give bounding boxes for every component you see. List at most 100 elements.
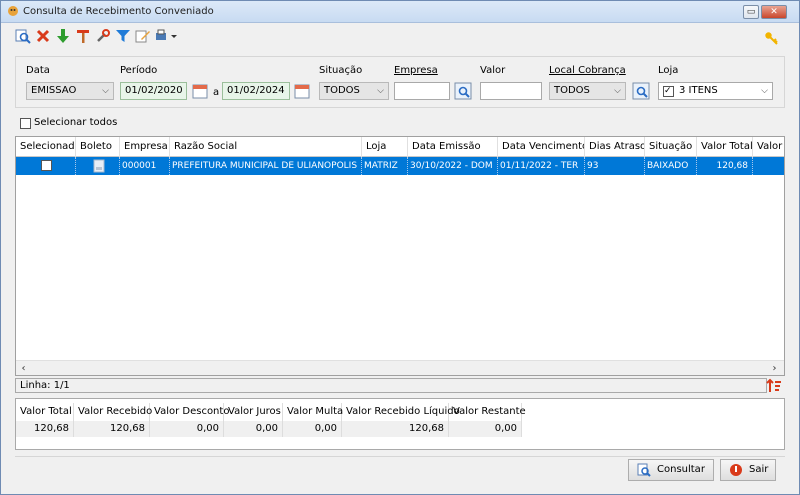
loja-label: Loja — [658, 65, 679, 76]
row-boleto[interactable] — [76, 157, 120, 175]
col-data-emissao[interactable]: Data Emissão — [408, 137, 498, 157]
col-selecionado[interactable]: Selecionado — [16, 137, 76, 157]
data-select-value: EMISSAO — [31, 85, 77, 96]
valor-field[interactable] — [480, 82, 542, 100]
total-value: 120,68 — [342, 421, 449, 437]
col-dias-atraso[interactable]: Dias Atraso — [585, 137, 645, 157]
window-title: Consulta de Recebimento Conveniado — [23, 6, 214, 17]
col-boleto[interactable]: Boleto — [76, 137, 120, 157]
document-icon — [93, 159, 105, 173]
loja-select-value: 3 ITENS — [679, 85, 718, 96]
grid-header: Selecionado Boleto Empresa Razão Social … — [16, 137, 784, 157]
periodo-end-field[interactable]: 01/02/2024 — [222, 82, 290, 100]
row-dias-atraso: 93 — [585, 157, 645, 175]
total-header: Valor Restante — [449, 403, 526, 421]
row-loja: MATRIZ — [362, 157, 408, 175]
main-window: Consulta de Recebimento Conveniado ▭ ✕ D… — [0, 0, 800, 495]
situacao-select-value: TODOS — [324, 85, 360, 96]
download-icon[interactable] — [55, 28, 71, 44]
periodo-separator: a — [213, 87, 220, 98]
total-header: Valor Multa — [283, 403, 343, 421]
col-data-vencimento[interactable]: Data Vencimento — [498, 137, 585, 157]
select-all-label: Selecionar todos — [34, 117, 118, 128]
total-header: Valor Desconto — [150, 403, 229, 421]
valor-label: Valor — [480, 65, 506, 76]
results-grid[interactable]: Selecionado Boleto Empresa Razão Social … — [15, 136, 785, 376]
app-icon — [8, 6, 18, 16]
row-valor-total: 120,68 — [697, 157, 753, 175]
row-checkbox[interactable] — [41, 160, 52, 171]
sair-label: Sair — [749, 464, 769, 475]
col-loja[interactable]: Loja — [362, 137, 408, 157]
total-header: Valor Total — [16, 403, 74, 421]
chevron-down-icon: ⌵ — [761, 86, 768, 96]
select-all-checkbox[interactable] — [20, 118, 31, 129]
col-razao-social[interactable]: Razão Social — [170, 137, 362, 157]
periodo-start-field[interactable]: 01/02/2020 — [120, 82, 187, 100]
scroll-left-icon[interactable]: ‹ — [16, 361, 31, 375]
chevron-down-icon[interactable] — [169, 28, 179, 44]
sort-icon[interactable] — [766, 378, 782, 394]
col-valor[interactable]: Valor — [753, 137, 784, 157]
key-icon[interactable] — [764, 31, 778, 45]
row-empresa: 000001 — [120, 157, 170, 175]
row-data-vencimento: 01/11/2022 - TER — [498, 157, 585, 175]
row-data-emissao: 30/10/2022 - DOM — [408, 157, 498, 175]
col-situacao[interactable]: Situação — [645, 137, 697, 157]
row-situacao: BAIXADO — [645, 157, 697, 175]
sair-button[interactable]: Sair — [720, 459, 776, 481]
edit-icon[interactable] — [135, 28, 151, 44]
local-cobranca-select[interactable]: TODOS ⌵ — [549, 82, 626, 100]
total-header: Valor Recebido — [74, 403, 152, 421]
filter-panel: Data EMISSAO ⌵ Período 01/02/2020 a 01/02… — [15, 56, 785, 108]
table-row[interactable]: 000001 PREFEITURA MUNICIPAL DE ULIANOPOL… — [16, 157, 784, 175]
scroll-right-icon[interactable]: › — [767, 361, 782, 375]
search-icon[interactable] — [632, 82, 650, 100]
calendar-icon[interactable] — [293, 82, 311, 100]
delete-icon[interactable] — [35, 28, 51, 44]
search-icon[interactable] — [15, 28, 31, 44]
close-window-button[interactable]: ✕ — [761, 5, 787, 19]
filter-icon[interactable] — [115, 28, 131, 44]
col-valor-total[interactable]: Valor Total — [697, 137, 753, 157]
minimize-button[interactable]: ▭ — [743, 5, 759, 19]
stop-icon — [730, 464, 742, 476]
data-label: Data — [26, 65, 50, 76]
local-cobranca-value: TODOS — [554, 85, 590, 96]
consultar-button[interactable]: Consultar — [628, 459, 714, 481]
chevron-down-icon: ⌵ — [614, 86, 621, 96]
tools-icon[interactable] — [75, 28, 91, 44]
search-icon[interactable] — [454, 82, 472, 100]
wrench-icon[interactable] — [95, 28, 111, 44]
situacao-select[interactable]: TODOS ⌵ — [319, 82, 389, 100]
total-value: 120,68 — [16, 421, 74, 437]
search-icon — [637, 463, 651, 477]
totals-panel: Valor Total Valor Recebido Valor Descont… — [15, 398, 785, 450]
row-razao-social: PREFEITURA MUNICIPAL DE ULIANOPOLIS — [170, 157, 362, 175]
loja-select[interactable]: ✓ 3 ITENS ⌵ — [658, 82, 773, 100]
total-header: Valor Juros — [224, 403, 283, 421]
row-counter: Linha: 1/1 — [15, 378, 767, 393]
total-value: 120,68 — [74, 421, 150, 437]
empresa-field[interactable] — [394, 82, 450, 100]
row-valor — [753, 157, 784, 175]
periodo-label: Período — [120, 65, 158, 76]
consultar-label: Consultar — [657, 464, 705, 475]
col-empresa[interactable]: Empresa — [120, 137, 170, 157]
empresa-label[interactable]: Empresa — [394, 65, 438, 76]
local-cobranca-label[interactable]: Local Cobrança — [549, 65, 626, 76]
situacao-label: Situação — [319, 65, 363, 76]
check-icon: ✓ — [664, 86, 672, 96]
total-value: 0,00 — [449, 421, 522, 437]
horizontal-scrollbar[interactable]: ‹ › — [16, 360, 784, 375]
total-header: Valor Recebido Líquido — [342, 403, 460, 421]
title-bar: Consulta de Recebimento Conveniado ▭ ✕ — [1, 1, 799, 23]
total-value: 0,00 — [224, 421, 283, 437]
chevron-down-icon: ⌵ — [102, 86, 109, 96]
calendar-icon[interactable] — [191, 82, 209, 100]
data-select[interactable]: EMISSAO ⌵ — [26, 82, 114, 100]
row-selecionado[interactable] — [16, 157, 76, 175]
chevron-down-icon: ⌵ — [377, 86, 384, 96]
bottom-bar: Consultar Sair — [15, 456, 785, 486]
total-value: 0,00 — [283, 421, 342, 437]
